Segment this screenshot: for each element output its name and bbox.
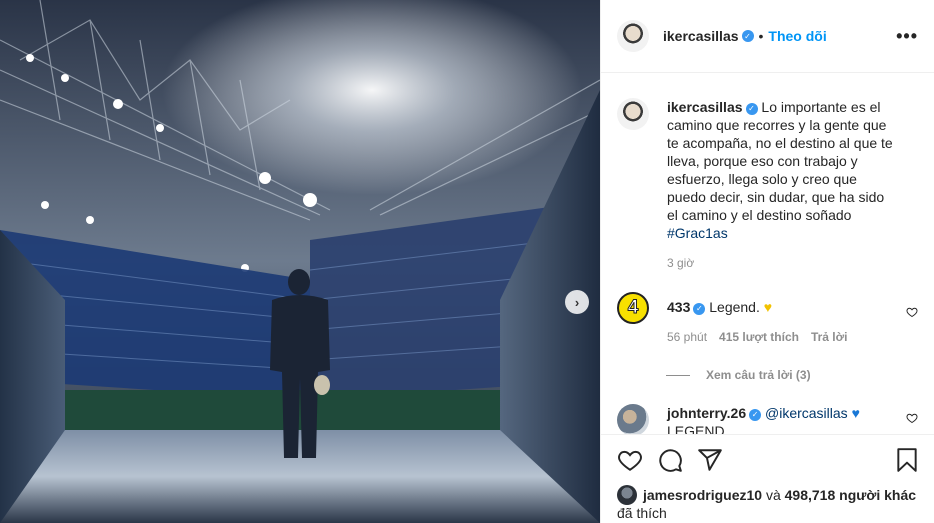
next-image-button[interactable]: › (565, 290, 589, 314)
more-options-icon[interactable]: ••• (896, 26, 918, 47)
heart-icon[interactable] (617, 447, 643, 473)
author-avatar[interactable] (617, 20, 649, 52)
comment-text-block: 433 ✓ Legend. ♥ (667, 298, 893, 316)
bookmark-icon[interactable] (894, 447, 920, 473)
separator-dot: • (758, 28, 764, 44)
commenter-username[interactable]: johnterry.26 (667, 405, 746, 421)
follow-button[interactable]: Theo dõi (768, 28, 826, 44)
comment-meta: 56 phút 415 lượt thích Trả lời (667, 328, 893, 346)
view-replies-button[interactable]: Xem câu trả lời (3) (666, 368, 918, 382)
heart-icon[interactable] (906, 412, 918, 424)
commenter-username[interactable]: 433 (667, 299, 690, 315)
blue-heart-emoji-icon: ♥ (851, 405, 860, 421)
caption-author-avatar[interactable] (617, 98, 649, 130)
commenter-avatar[interactable]: 4 (617, 292, 649, 324)
comment-item: johnterry.26 ✓ @ikercasillas ♥ LEGEND (617, 404, 918, 434)
comment-like-count[interactable]: 415 lượt thích (719, 328, 799, 346)
likes-summary: jamesrodriguez10 và 498,718 người khác (617, 485, 920, 505)
commenter-avatar[interactable] (617, 404, 649, 434)
heart-icon[interactable] (906, 306, 918, 318)
liker-avatar[interactable] (617, 485, 637, 505)
caption: ikercasillas ✓ Lo importante es el camino… (617, 98, 918, 272)
caption-meta: 3 giờ (667, 254, 893, 272)
verified-badge-icon: ✓ (749, 409, 762, 421)
comment-icon[interactable] (657, 447, 683, 473)
comments-list[interactable]: ikercasillas ✓ Lo importante es el camino… (601, 74, 934, 434)
post-header: ikercasillas ✓ • Theo dõi ••• (601, 0, 934, 73)
stadium-tunnel-illustration (0, 0, 600, 523)
share-icon[interactable] (697, 447, 723, 473)
verified-badge-icon: ✓ (745, 103, 758, 115)
caption-text-block: ikercasillas ✓ Lo importante es el camino… (667, 98, 893, 242)
avatar-logo-text: 4 (627, 297, 639, 319)
caption-text: Lo importante es el camino que recorres … (667, 99, 893, 223)
comment-text: LEGEND (667, 423, 725, 434)
liker-username[interactable]: jamesrodriguez10 (643, 487, 762, 503)
post-sidebar: ikercasillas ✓ • Theo dõi ••• ikercasill… (600, 0, 934, 523)
caption-author-username[interactable]: ikercasillas (667, 99, 743, 115)
verified-badge-icon: ✓ (741, 30, 754, 42)
likes-count[interactable]: 498,718 người khác (785, 487, 916, 503)
comment-text-block: johnterry.26 ✓ @ikercasillas ♥ LEGEND (667, 404, 893, 434)
comment-item: 4 433 ✓ Legend. ♥ 56 phút 415 lượt thích … (617, 292, 918, 346)
comment-text: Legend. (709, 299, 764, 315)
chevron-right-icon: › (574, 294, 580, 310)
post-image[interactable]: › (0, 0, 600, 523)
comment-time[interactable]: 56 phút (667, 328, 707, 346)
likes-tail: đã thích (617, 505, 667, 521)
view-replies-label: Xem câu trả lời (3) (706, 368, 811, 382)
author-info: ikercasillas ✓ • Theo dõi (663, 28, 827, 44)
comment-body: 433 ✓ Legend. ♥ 56 phút 415 lượt thích Tr… (667, 292, 893, 346)
author-username[interactable]: ikercasillas (663, 28, 739, 44)
comment-mention[interactable]: @ikercasillas (765, 405, 848, 421)
comment-body: johnterry.26 ✓ @ikercasillas ♥ LEGEND (667, 404, 893, 434)
yellow-heart-emoji-icon: ♥ (763, 299, 773, 315)
caption-body: ikercasillas ✓ Lo importante es el camino… (667, 98, 893, 272)
likes-joiner: và (762, 487, 785, 503)
reply-button[interactable]: Trả lời (811, 328, 848, 346)
replies-divider (666, 374, 690, 376)
caption-hashtag[interactable]: #Grac1as (667, 225, 728, 241)
likes-text: jamesrodriguez10 và 498,718 người khác (643, 487, 916, 503)
caption-time[interactable]: 3 giờ (667, 254, 694, 272)
verified-badge-icon: ✓ (693, 303, 706, 315)
action-bar (617, 445, 920, 475)
post-actions: jamesrodriguez10 và 498,718 người khác đ… (601, 434, 934, 521)
